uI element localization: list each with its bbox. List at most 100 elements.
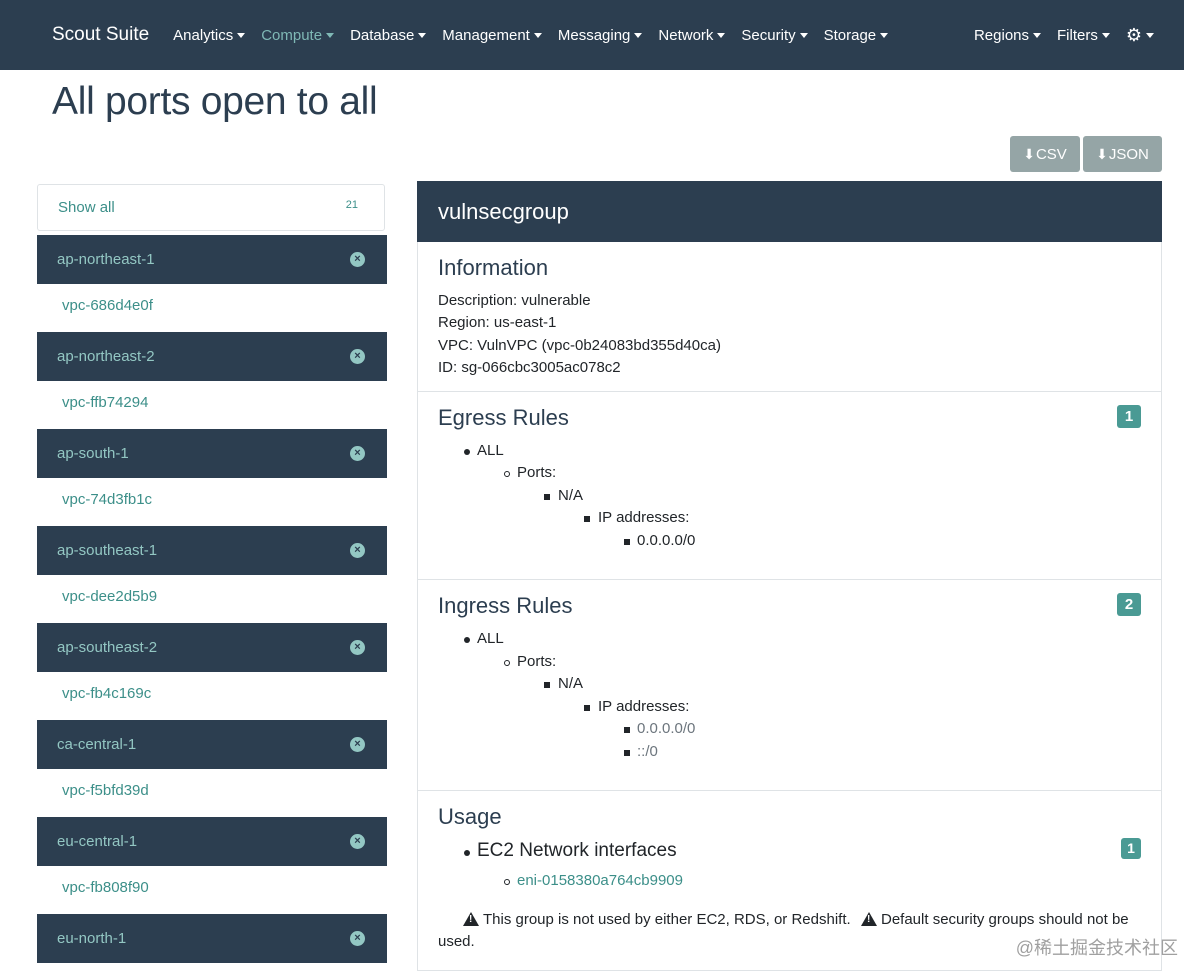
close-circle-icon[interactable]: ×: [350, 640, 365, 655]
nav-storage[interactable]: Storage: [824, 27, 889, 44]
region-ap-southeast-1[interactable]: ap-southeast-1 ×: [37, 526, 387, 575]
bullet-circle: [504, 471, 510, 477]
caret-down-icon: [634, 32, 643, 38]
watermark: @稀土掘金技术社区: [1015, 938, 1178, 958]
section-divider: [418, 391, 1161, 392]
warning-icon: [861, 912, 877, 926]
close-circle-icon[interactable]: ×: [350, 543, 365, 558]
close-circle-icon[interactable]: ×: [350, 252, 365, 267]
id-text: ID: sg-066cbc3005ac078c2: [438, 359, 621, 376]
egress-ip-label: IP addresses:: [598, 509, 690, 526]
bullet-square: [624, 750, 630, 756]
caret-down-icon: [1146, 32, 1154, 38]
ec2-interfaces-label: EC2 Network interfaces: [477, 840, 677, 861]
ingress-count-badge: 2: [1117, 593, 1141, 616]
vpc-link[interactable]: vpc-fb808f90: [62, 879, 149, 896]
ingress-ports-value: N/A: [558, 675, 584, 692]
nav-analytics[interactable]: Analytics: [173, 27, 246, 44]
egress-count-badge: 1: [1117, 405, 1141, 428]
region-text: Region: us-east-1: [438, 314, 557, 331]
nav-network[interactable]: Network: [658, 27, 726, 44]
section-divider: [418, 790, 1161, 791]
bullet-disc: [464, 637, 470, 643]
ingress-ip: 0.0.0.0/0: [637, 720, 696, 737]
eni-link[interactable]: eni-0158380a764cb9909: [517, 872, 683, 889]
warning-default-group-cont: used.: [438, 933, 475, 950]
region-eu-north-1[interactable]: eu-north-1 ×: [37, 914, 387, 963]
caret-down-icon: [237, 32, 246, 38]
nav-compute[interactable]: Compute: [261, 27, 335, 44]
settings-menu[interactable]: ⚙: [1126, 26, 1154, 44]
download-icon: ⬇: [1023, 145, 1035, 162]
ingress-protocol: ALL: [477, 630, 504, 647]
caret-down-icon: [326, 32, 335, 38]
ingress-ports-label: Ports:: [517, 653, 557, 670]
bullet-square: [624, 727, 630, 733]
warning-icon: [463, 912, 479, 926]
egress-ip: 0.0.0.0/0: [637, 532, 696, 549]
region-ap-northeast-2[interactable]: ap-northeast-2 ×: [37, 332, 387, 381]
nav-regions[interactable]: Regions: [974, 27, 1042, 44]
close-circle-icon[interactable]: ×: [350, 349, 365, 364]
nav-right: Regions Filters ⚙: [958, 0, 1154, 70]
vpc-link[interactable]: vpc-dee2d5b9: [62, 588, 157, 605]
usage-heading: Usage: [438, 804, 502, 829]
close-circle-icon[interactable]: ×: [350, 834, 365, 849]
show-all-item[interactable]: Show all 21: [37, 184, 385, 231]
close-circle-icon[interactable]: ×: [350, 931, 365, 946]
caret-down-icon: [418, 32, 427, 38]
egress-ports-value: N/A: [558, 487, 584, 504]
egress-protocol: ALL: [477, 442, 504, 459]
nav-security[interactable]: Security: [741, 27, 808, 44]
bullet-disc: [464, 449, 470, 455]
vpc-link[interactable]: vpc-fb4c169c: [62, 685, 151, 702]
top-navbar: Scout Suite Analytics Compute Database M…: [0, 0, 1184, 70]
caret-down-icon: [717, 32, 726, 38]
bullet-square: [544, 682, 550, 688]
region-ap-northeast-1[interactable]: ap-northeast-1 ×: [37, 235, 387, 284]
brand-logo[interactable]: Scout Suite: [52, 24, 149, 46]
egress-ports-label: Ports:: [517, 464, 557, 481]
caret-down-icon: [1033, 32, 1042, 38]
vpc-link[interactable]: vpc-ffb74294: [62, 394, 148, 411]
ingress-heading: Ingress Rules: [438, 593, 573, 618]
export-csv-button[interactable]: ⬇ CSV: [1010, 136, 1080, 172]
bullet-square: [624, 539, 630, 545]
description-text: Description: vulnerable: [438, 292, 591, 309]
close-circle-icon[interactable]: ×: [350, 446, 365, 461]
region-ap-southeast-2[interactable]: ap-southeast-2 ×: [37, 623, 387, 672]
detail-header: vulnsecgroup: [417, 181, 1162, 242]
caret-down-icon: [533, 32, 542, 38]
warning-not-used: This group is not used by either EC2, RD…: [463, 910, 851, 928]
region-ap-south-1[interactable]: ap-south-1 ×: [37, 429, 387, 478]
vpc-link[interactable]: vpc-74d3fb1c: [62, 491, 152, 508]
vpc-link[interactable]: vpc-686d4e0f: [62, 297, 153, 314]
nav-management[interactable]: Management: [442, 27, 542, 44]
vpc-link[interactable]: vpc-f5bfd39d: [62, 782, 149, 799]
bullet-square: [544, 494, 550, 500]
bullet-square: [584, 516, 590, 522]
gear-icon: ⚙: [1125, 25, 1142, 45]
nav-database[interactable]: Database: [350, 27, 427, 44]
page-title: All ports open to all: [52, 80, 378, 123]
bullet-disc: [464, 850, 470, 856]
close-circle-icon[interactable]: ×: [350, 737, 365, 752]
ingress-ip: ::/0: [637, 743, 658, 760]
vpc-text: VPC: VulnVPC (vpc-0b24083bd355d40ca): [438, 337, 721, 354]
export-json-button[interactable]: ⬇ JSON: [1083, 136, 1162, 172]
bullet-circle: [504, 660, 510, 666]
item-count-badge: 21: [345, 199, 358, 211]
information-heading: Information: [438, 255, 549, 280]
region-ca-central-1[interactable]: ca-central-1 ×: [37, 720, 387, 769]
region-eu-central-1[interactable]: eu-central-1 ×: [37, 817, 387, 866]
download-icon: ⬇: [1096, 145, 1108, 162]
ec2-count-badge: 1: [1121, 838, 1141, 859]
warning-default-group: Default security groups should not be: [861, 910, 1129, 928]
security-group-name: vulnsecgroup: [438, 198, 569, 224]
nav-messaging[interactable]: Messaging: [558, 27, 643, 44]
bullet-square: [584, 705, 590, 711]
bullet-circle: [504, 879, 510, 885]
section-divider: [418, 579, 1161, 580]
nav-filters[interactable]: Filters: [1057, 27, 1110, 44]
ingress-ip-label: IP addresses:: [598, 698, 690, 715]
